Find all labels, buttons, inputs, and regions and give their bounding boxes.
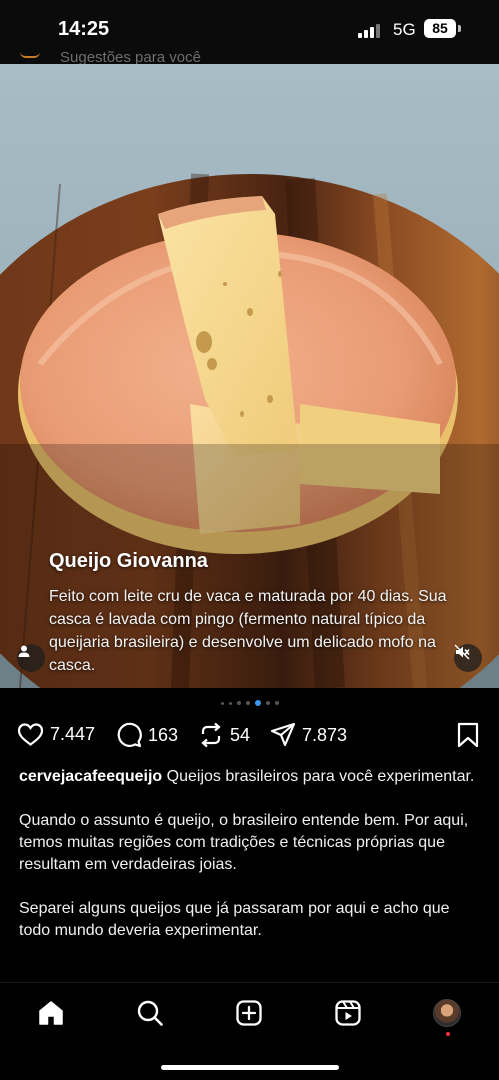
caption-username[interactable]: cervejacafeequeijo [19,768,162,785]
status-time: 14:25 [58,18,110,40]
nav-home[interactable] [35,997,67,1029]
search-icon [137,1000,163,1026]
like-action[interactable]: 7.447 [17,722,95,747]
suggestions-header[interactable]: Sugestões para você [60,50,201,64]
nav-profile[interactable] [431,997,463,1029]
comment-action[interactable]: 163 [116,722,178,748]
carousel-dot-active [254,700,261,706]
caption-first-paragraph: cervejacafeequeijo Queijos brasileiros p… [19,766,481,788]
battery-tip [458,25,461,32]
profile-avatar [433,999,461,1027]
carousel-dot [265,701,270,705]
post-image[interactable]: Queijo Giovanna Feito com leite cru de v… [0,64,499,688]
carousel-dot [228,701,232,705]
carousel-dot [274,701,279,705]
send-icon [270,722,296,747]
repost-action[interactable]: 54 [198,722,250,748]
carousel-dot [245,701,250,705]
suggestions-avatar-icon [20,52,40,58]
share-count: 7.873 [302,724,348,745]
carousel-indicator [0,700,499,706]
create-icon [236,1000,262,1026]
share-action[interactable]: 7.873 [270,722,347,748]
carousel-dot [236,701,241,705]
like-count: 7.447 [50,724,96,744]
repost-count: 54 [230,724,251,745]
heart-icon [17,723,44,746]
comment-count: 163 [148,724,179,745]
caption-paragraph: Separei alguns queijos que já passaram p… [19,900,450,939]
signal-icon [358,24,382,38]
notification-dot [446,1032,450,1036]
status-bar: 14:25 5G 85 Sugestões para você [0,0,499,64]
nav-create[interactable] [233,997,265,1029]
reels-icon [335,1000,361,1026]
image-overlay-text: Queijo Giovanna Feito com leite cru de v… [49,550,469,677]
speaker-muted-icon [454,644,470,660]
post-caption: cervejacafeequeijo Queijos brasileiros p… [19,766,481,964]
home-indicator [161,1065,339,1070]
overlay-description: Feito com leite cru de vaca e maturada p… [49,588,447,674]
home-icon [39,1001,63,1025]
nav-reels[interactable] [332,997,364,1029]
carousel-dot [220,701,224,705]
repost-icon [201,722,221,748]
post-actions: 7.447 163 54 7.873 [0,722,499,752]
caption-paragraph: Quando o assunto é queijo, o brasileiro … [19,812,469,873]
save-button[interactable] [457,722,479,748]
tagged-user-button[interactable] [17,644,45,672]
overlay-title: Queijo Giovanna [49,550,208,572]
network-type: 5G [393,20,416,39]
caption-first-line: Queijos brasileiros para você experiment… [166,768,475,785]
person-icon [18,645,30,657]
nav-search[interactable] [134,997,166,1029]
comment-icon [117,722,142,748]
battery-icon: 85 [424,19,456,38]
mute-button[interactable] [454,644,482,672]
bookmark-icon [457,722,479,748]
